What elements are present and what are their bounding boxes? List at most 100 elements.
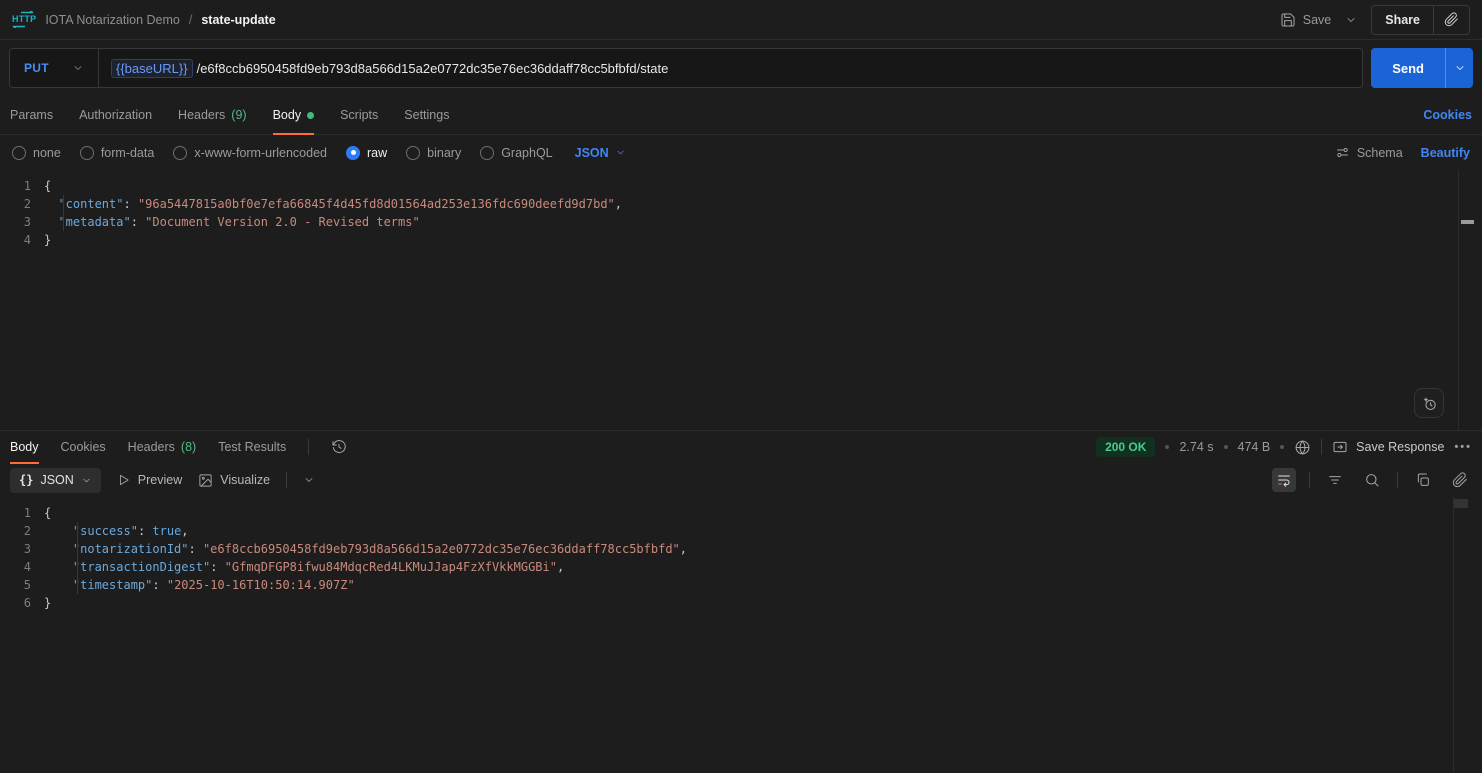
response-tab-headers-label: Headers <box>127 440 175 454</box>
wrap-text-button[interactable] <box>1272 468 1296 492</box>
send-button[interactable]: Send <box>1371 48 1445 88</box>
beautify-button[interactable]: Beautify <box>1421 146 1470 160</box>
language-selector[interactable]: JSON <box>575 146 626 160</box>
radio-graphql[interactable]: GraphQL <box>480 145 553 160</box>
tab-body-label: Body <box>272 108 302 122</box>
radio-form-data[interactable]: form-data <box>79 145 154 160</box>
topbar-actions: Save Share <box>1280 4 1470 35</box>
response-meta: 200 OK 2.74 s 474 B Save Response ••• <box>1096 437 1472 457</box>
send-button-label: Send <box>1392 60 1424 76</box>
http-icon-label: HTTP <box>12 14 37 24</box>
breadcrumb-collection[interactable]: IOTA Notarization Demo <box>45 13 180 27</box>
save-response-button[interactable]: Save Response <box>1332 439 1444 455</box>
request-body-editor[interactable]: 1234 { "content": "96a5447815a0bf0e7efa6… <box>0 170 1482 430</box>
breadcrumb-separator: / <box>188 12 193 27</box>
radio-icon <box>12 145 26 160</box>
response-body-editor[interactable]: 123456 { "success": true, "notarizationI… <box>0 497 1482 773</box>
app-window: HTTP IOTA Notarization Demo / state-upda… <box>0 0 1482 773</box>
schema-button-label: Schema <box>1356 145 1403 160</box>
copy-response-link-button[interactable] <box>1448 468 1472 492</box>
tab-settings[interactable]: Settings <box>404 96 449 134</box>
copy-icon <box>1417 473 1429 486</box>
response-tab-body-label: Body <box>10 440 39 454</box>
response-format-dropdown[interactable]: {} JSON <box>10 467 101 493</box>
breadcrumb-request-name[interactable]: state-update <box>201 13 275 27</box>
tab-headers[interactable]: Headers (9) <box>178 96 247 134</box>
schema-button[interactable]: Schema <box>1335 145 1403 160</box>
visualize-label: Visualize <box>220 473 271 487</box>
response-tab-test-results-label: Test Results <box>218 440 287 454</box>
save-button[interactable]: Save <box>1280 12 1331 28</box>
tab-body[interactable]: Body <box>272 96 315 135</box>
preview-button[interactable]: Preview <box>117 473 182 487</box>
json-braces-icon: {} <box>19 473 34 487</box>
image-icon <box>199 473 212 487</box>
response-toolbar: {} JSON Preview Visualize <box>0 463 1482 497</box>
http-request-icon: HTTP <box>12 11 36 28</box>
body-type-actions: Schema Beautify <box>1335 145 1470 160</box>
radio-urlencoded[interactable]: x-www-form-urlencoded <box>173 145 327 160</box>
response-tabs: Body Cookies Headers (8) Test Results <box>10 431 347 464</box>
search-button[interactable] <box>1360 468 1384 492</box>
line-numbers: 1234 <box>23 179 31 247</box>
request-tabs: Params Authorization Headers (9) Body Sc… <box>10 96 449 135</box>
radio-icon <box>406 145 421 160</box>
response-tab-test-results[interactable]: Test Results <box>218 431 286 463</box>
chevron-down-icon <box>1347 17 1355 22</box>
radio-selected-icon <box>346 145 360 160</box>
breadcrumb: HTTP IOTA Notarization Demo / state-upda… <box>12 11 276 28</box>
postbot-ai-icon <box>1422 396 1436 410</box>
scrollbar-track[interactable] <box>1453 497 1482 773</box>
radio-urlencoded-label: x-www-form-urlencoded <box>194 145 327 160</box>
scrollbar-thumb[interactable] <box>1454 499 1468 508</box>
visualize-button[interactable]: Visualize <box>198 473 270 488</box>
method-selector[interactable]: PUT <box>10 49 98 87</box>
url-variable-chip[interactable]: {{baseURL}} <box>111 58 193 78</box>
dot-separator <box>1165 445 1170 449</box>
radio-graphql-label: GraphQL <box>501 145 553 160</box>
scrollbar-track[interactable] <box>1458 170 1482 430</box>
response-tab-headers[interactable]: Headers (8) <box>128 431 197 463</box>
scrollbar-thumb[interactable] <box>1461 220 1474 224</box>
dot-separator <box>1280 445 1285 449</box>
response-headers-count-badge: (8) <box>180 440 197 454</box>
tab-scripts[interactable]: Scripts <box>340 96 378 134</box>
radio-icon <box>480 145 495 160</box>
share-button[interactable]: Share <box>1372 6 1433 34</box>
copy-response-button[interactable] <box>1411 468 1435 492</box>
indent-guide <box>77 522 78 594</box>
tab-params[interactable]: Params <box>10 96 53 134</box>
postbot-button[interactable] <box>1414 388 1444 418</box>
response-format-label: JSON <box>40 473 74 487</box>
copy-link-button[interactable] <box>1433 5 1469 34</box>
radio-binary[interactable]: binary <box>406 145 461 160</box>
chevron-down-icon <box>83 478 90 482</box>
indent-guide <box>63 195 64 231</box>
response-time[interactable]: 2.74 s <box>1179 440 1213 454</box>
radio-none[interactable]: none <box>12 145 61 160</box>
chevron-down-icon[interactable] <box>303 474 315 486</box>
send-options-button[interactable] <box>1445 48 1473 88</box>
save-icon <box>1281 13 1295 26</box>
response-body-code[interactable]: { "success": true, "notarizationId": "e6… <box>44 504 1482 773</box>
tab-authorization[interactable]: Authorization <box>79 96 152 134</box>
network-globe-icon[interactable] <box>1294 439 1311 456</box>
url-input[interactable]: {{baseURL}} /e6f8ccb6950458fd9eb793d8a56… <box>98 49 1362 87</box>
response-tab-cookies[interactable]: Cookies <box>61 431 106 463</box>
chevron-down-icon <box>74 66 82 70</box>
divider <box>1397 472 1398 488</box>
save-options-button[interactable] <box>1341 10 1361 30</box>
save-response-icon <box>1333 441 1347 453</box>
radio-raw[interactable]: raw <box>346 145 387 160</box>
more-options-button[interactable]: ••• <box>1454 441 1472 453</box>
response-header: Body Cookies Headers (8) Test Results 20… <box>0 430 1482 464</box>
response-size[interactable]: 474 B <box>1238 440 1271 454</box>
cookies-link[interactable]: Cookies <box>1423 108 1472 122</box>
request-tabs-bar: Params Authorization Headers (9) Body Sc… <box>0 96 1482 135</box>
play-icon <box>119 474 129 486</box>
share-button-group: Share <box>1371 4 1470 35</box>
history-icon[interactable] <box>331 439 347 455</box>
filter-button[interactable] <box>1323 468 1347 492</box>
request-body-code[interactable]: { "content": "96a5447815a0bf0e7efa66845f… <box>44 177 1482 430</box>
response-tab-body[interactable]: Body <box>10 431 39 464</box>
